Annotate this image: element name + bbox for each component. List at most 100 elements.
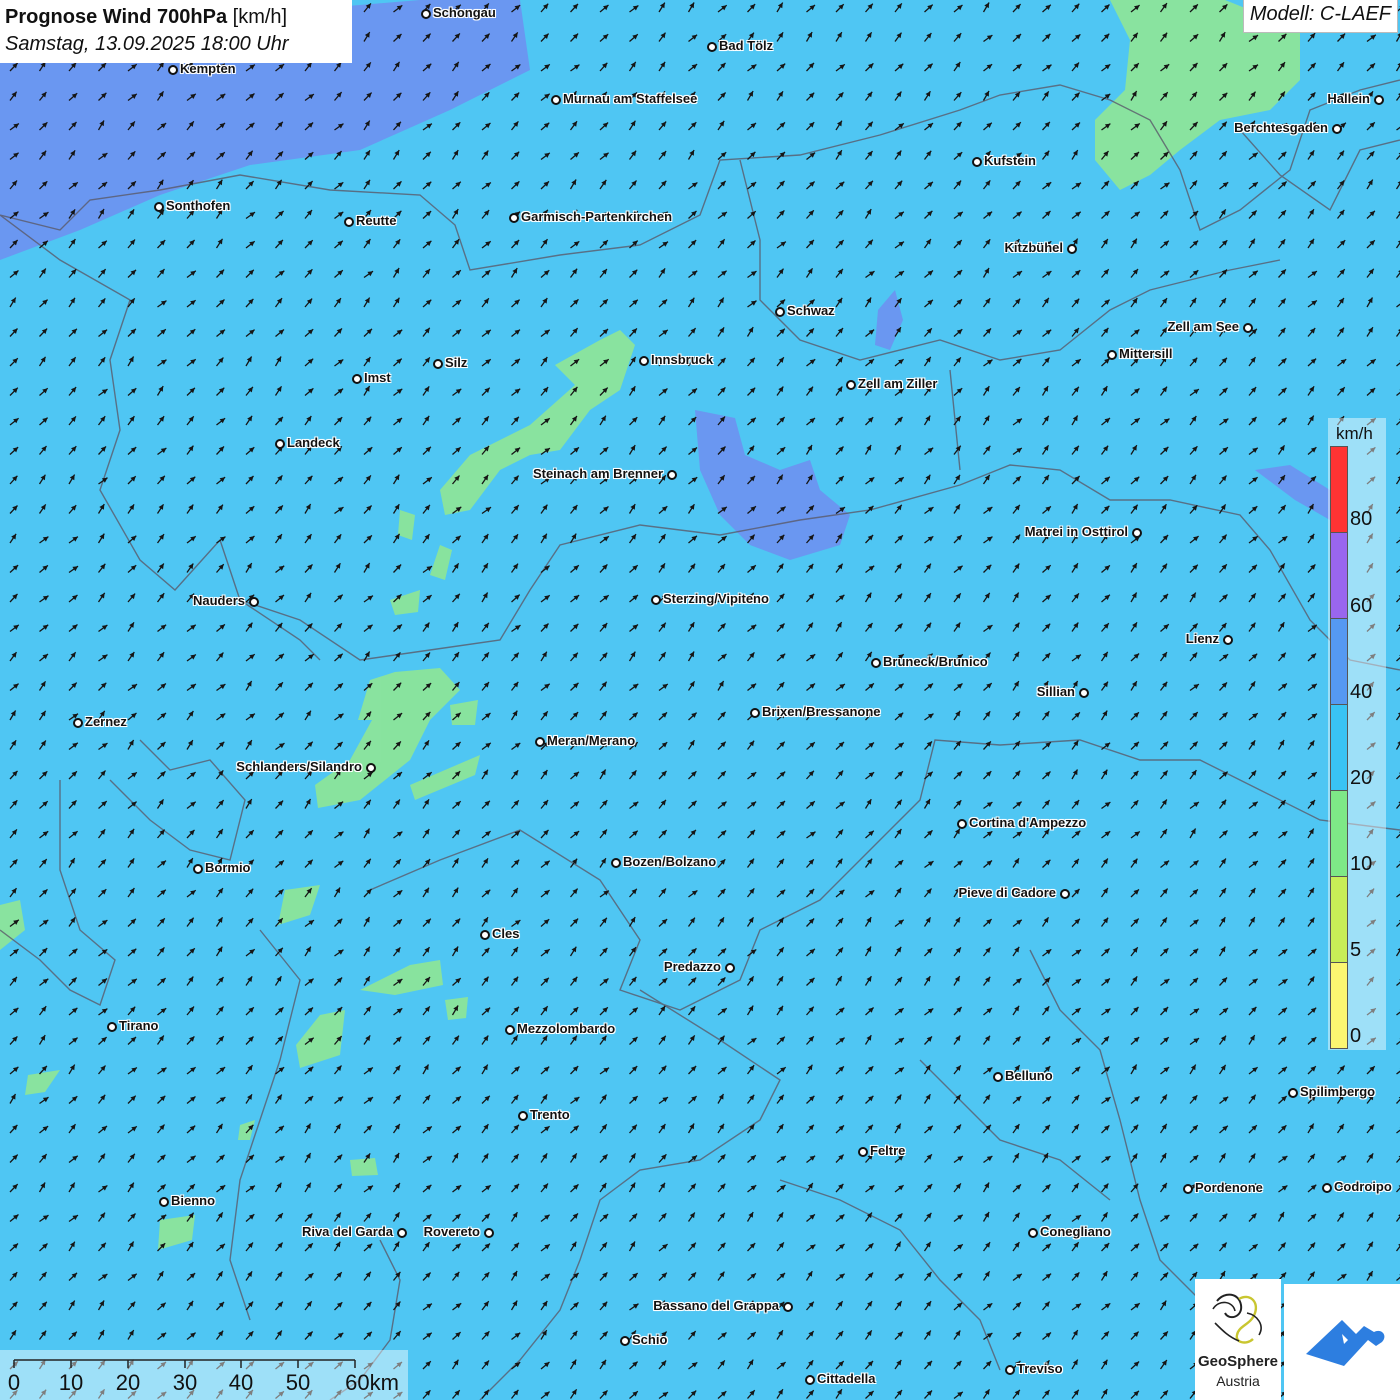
- city-label: Garmisch-Partenkirchen: [521, 209, 673, 224]
- city-label: Kitzbühel: [1004, 240, 1064, 255]
- city-dot-icon: [783, 1302, 793, 1312]
- legend-label-80: 80: [1350, 508, 1373, 530]
- city-dot-icon: [344, 217, 354, 227]
- city-label: Predazzo: [663, 959, 721, 974]
- city-dot-icon: [651, 595, 661, 605]
- city-dot-icon: [484, 1228, 494, 1238]
- city-label: Tirano: [119, 1018, 159, 1033]
- city-label: Sterzing/Vipiteno: [663, 591, 769, 606]
- city-label: Belluno: [1005, 1068, 1053, 1083]
- city-label: Reutte: [356, 213, 397, 228]
- city-label: Schio: [632, 1332, 668, 1347]
- legend-label-10: 10: [1350, 853, 1373, 875]
- city-dot-icon: [397, 1228, 407, 1238]
- city-dot-icon: [1374, 95, 1384, 105]
- city-label: Zernez: [85, 714, 127, 729]
- city-dot-icon: [107, 1022, 117, 1032]
- city-dot-icon: [1288, 1088, 1298, 1098]
- city-dot-icon: [620, 1336, 630, 1346]
- map-title: Prognose Wind 700hPa [km/h]: [5, 4, 352, 30]
- city-dot-icon: [480, 930, 490, 940]
- city-label: Bormio: [205, 860, 251, 875]
- city-dot-icon: [1223, 635, 1233, 645]
- city-label: Kempten: [180, 61, 236, 76]
- legend-unit: km/h: [1336, 424, 1373, 443]
- city-dot-icon: [193, 864, 203, 874]
- city-label: Landeck: [287, 435, 340, 450]
- scale-label-60km: 60km: [345, 1370, 399, 1395]
- city-dot-icon: [159, 1197, 169, 1207]
- city-label: Kufstein: [984, 153, 1036, 168]
- scale-label-50: 50: [285, 1370, 311, 1395]
- scale-label-10: 10: [58, 1370, 84, 1395]
- legend-segment-10-20: [1330, 790, 1348, 877]
- geosphere-name: GeoSphere: [1197, 1353, 1279, 1370]
- city-label: Cles: [492, 926, 520, 941]
- city-label: Cittadella: [817, 1371, 876, 1386]
- scale-label-30: 30: [172, 1370, 198, 1395]
- city-label: Steinach am Brenner: [532, 466, 663, 481]
- city-dot-icon: [775, 307, 785, 317]
- city-dot-icon: [725, 963, 735, 973]
- map-title-main: Prognose Wind 700hPa: [5, 6, 228, 28]
- city-dot-icon: [1243, 323, 1253, 333]
- city-dot-icon: [858, 1147, 868, 1157]
- city-label: Mezzolombardo: [517, 1021, 616, 1036]
- city-dot-icon: [249, 597, 259, 607]
- city-label: Cortina d'Ampezzo: [969, 815, 1087, 830]
- city-label: Spilimbergo: [1300, 1084, 1376, 1099]
- city-label: Innsbruck: [651, 352, 714, 367]
- city-dot-icon: [667, 470, 677, 480]
- city-label: Zell am See: [1167, 319, 1239, 334]
- city-dot-icon: [957, 819, 967, 829]
- city-label: Sonthofen: [166, 198, 231, 213]
- city-dot-icon: [972, 157, 982, 167]
- city-dot-icon: [750, 708, 760, 718]
- city-label: Hallein: [1327, 91, 1370, 106]
- city-label: Lienz: [1185, 631, 1219, 646]
- city-dot-icon: [1332, 124, 1342, 134]
- legend-segment-40-60: [1330, 618, 1348, 705]
- city-dot-icon: [993, 1072, 1003, 1082]
- city-dot-icon: [1005, 1365, 1015, 1375]
- city-label: Trento: [530, 1107, 570, 1122]
- map-container[interactable]: Schongau Bad Tölz Kempten Murnau am Staffel…: [0, 0, 1400, 1400]
- weather-app-logo[interactable]: [1284, 1284, 1400, 1400]
- city-dot-icon: [421, 9, 431, 19]
- city-label: Pieve di Cadore: [958, 885, 1056, 900]
- city-label: Schlanders/Silandro: [236, 759, 362, 774]
- city-label: Silz: [445, 355, 468, 370]
- legend-label-20: 20: [1350, 767, 1373, 789]
- city-label: Matrei in Osttirol: [1024, 524, 1128, 539]
- city-dot-icon: [1107, 350, 1117, 360]
- city-dot-icon: [1079, 688, 1089, 698]
- city-dot-icon: [551, 95, 561, 105]
- city-label: Mittersill: [1119, 346, 1173, 361]
- city-dot-icon: [871, 658, 881, 668]
- city-dot-icon: [509, 213, 519, 223]
- city-label: Schwaz: [787, 303, 835, 318]
- city-dot-icon: [1060, 889, 1070, 899]
- city-dot-icon: [518, 1111, 528, 1121]
- city-label: Zell am Ziller: [858, 376, 938, 391]
- model-label: Modell: C-LAEF: [1242, 0, 1398, 33]
- city-dot-icon: [846, 380, 856, 390]
- city-dot-icon: [154, 202, 164, 212]
- geosphere-logo[interactable]: GeoSphere Austria: [1195, 1279, 1281, 1400]
- scale-label-0: 0: [7, 1370, 21, 1395]
- city-label: Rovereto: [423, 1224, 480, 1239]
- city-label: Riva del Garda: [301, 1224, 393, 1239]
- city-label: Sillian: [1036, 684, 1075, 699]
- legend-label-0: 0: [1350, 1025, 1362, 1047]
- forecast-datetime: Samstag, 13.09.2025 18:00 Uhr: [5, 33, 289, 55]
- city-label: Brixen/Bressanone: [762, 704, 881, 719]
- city-dot-icon: [433, 359, 443, 369]
- city-label: Feltre: [870, 1143, 906, 1158]
- city-dot-icon: [275, 439, 285, 449]
- city-dot-icon: [1067, 244, 1077, 254]
- city-dot-icon: [168, 65, 178, 75]
- city-dot-icon: [1322, 1183, 1332, 1193]
- legend-label-40: 40: [1350, 681, 1373, 703]
- legend-label-60: 60: [1350, 595, 1373, 617]
- city-label: Codroipo: [1334, 1179, 1392, 1194]
